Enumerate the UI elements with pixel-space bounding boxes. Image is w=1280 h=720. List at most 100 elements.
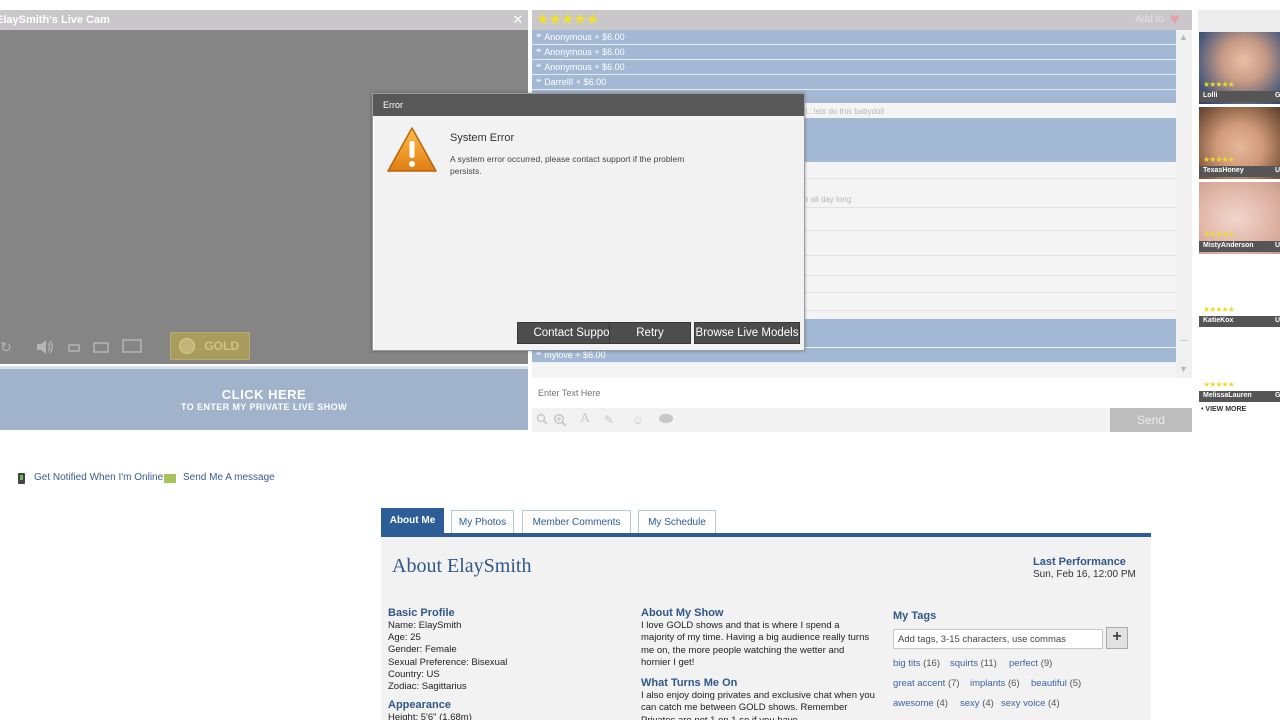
model-status: G (1275, 392, 1280, 399)
chat-scrollbar[interactable]: ▲ ▼ (1176, 30, 1192, 378)
tag-link[interactable]: squirts (11) (950, 658, 997, 669)
fullscreen-icon[interactable] (122, 339, 142, 356)
view-more-link[interactable]: • VIEW MORE (1201, 406, 1246, 413)
phone-icon (18, 473, 25, 484)
add-tag-button[interactable]: + (1106, 627, 1128, 649)
tag-link[interactable]: awesome (4) (893, 698, 948, 709)
basic-profile-heading: Basic Profile (388, 607, 455, 619)
turns-me-on-heading: What Turns Me On (641, 677, 738, 689)
gold-coin-icon (179, 338, 195, 354)
rating-stars[interactable]: ★★★★★ (536, 11, 599, 29)
zoom-out-icon[interactable] (536, 413, 548, 428)
error-dialog-content: System Error A system error occurred, pl… (373, 116, 804, 350)
model-rating: ★★★★★ (1203, 80, 1235, 89)
my-tags-heading: My Tags (893, 610, 937, 622)
tag-link[interactable]: sexy (4) (960, 698, 994, 709)
chat-tip-message: ❝ DarrellI + $6.00 (532, 75, 1176, 90)
chat-tip-message: ❝ Anonymous + $6.00 (532, 45, 1176, 60)
profile-sexual-preference: Sexual Preference: Bisexual (388, 657, 508, 668)
model-status: U (1275, 167, 1280, 174)
about-me-panel: About ElaySmith Last Performance Sun, Fe… (381, 537, 1151, 720)
get-notified-link[interactable]: Get Notified When I'm Online (34, 472, 163, 483)
model-card[interactable]: ★★★★★ MelissaLauren G (1199, 332, 1280, 404)
model-rating: ★★★★★ (1203, 230, 1235, 239)
model-rating: ★★★★★ (1203, 305, 1235, 314)
private-banner-subtitle: TO ENTER MY PRIVATE LIVE SHOW (181, 402, 347, 412)
model-rating: ★★★★★ (1203, 380, 1235, 389)
tab-about-me[interactable]: About Me (381, 508, 444, 536)
gold-show-button[interactable]: GOLD (170, 332, 250, 360)
profile-name: Name: ElaySmith (388, 620, 462, 631)
profile-country: Country: US (388, 669, 440, 680)
chat-tip-message: ❝ Anonymous + $6.00 (532, 30, 1176, 45)
pencil-icon[interactable]: ✎ (604, 413, 614, 427)
send-button[interactable]: Send (1110, 408, 1192, 432)
zoom-in-icon[interactable] (553, 413, 567, 430)
about-show-text: I love GOLD shows and that is where I sp… (641, 620, 870, 668)
model-status: U (1275, 242, 1280, 249)
model-card[interactable]: ★★★★★ Lolli G (1199, 32, 1280, 104)
video-titlebar: ElaySmith's Live Cam ✕ (0, 10, 528, 30)
model-card[interactable]: ★★★★★ TexasHoney U (1199, 107, 1280, 179)
chat-toolbar: A ✎ ☺ Send (532, 408, 1192, 432)
video-title: ElaySmith's Live Cam (0, 14, 110, 26)
send-message-link[interactable]: Send Me A message (183, 472, 275, 483)
medium-size-icon[interactable] (93, 340, 109, 356)
chat-header: ★★★★★ Add to ♥ (532, 10, 1192, 30)
profile-height: Height: 5'6" (1.68m) (388, 712, 472, 720)
private-banner-title: CLICK HERE (221, 387, 307, 402)
model-card[interactable]: ★★★★★ KatieKox U (1199, 257, 1280, 329)
model-name: MistyAnderson (1203, 242, 1254, 249)
scroll-down-icon[interactable]: ▼ (1179, 364, 1188, 374)
add-to-favorites-link[interactable]: Add to (1135, 14, 1164, 25)
error-dialog-titlebar[interactable]: Error (373, 94, 804, 116)
live-models-sidebar: ★★★★★ Lolli G ★★★★★ TexasHoney U ★★★★★ M… (1198, 10, 1280, 434)
chat-message: ngel...lets do this babydoll (792, 107, 885, 116)
error-heading: System Error (450, 132, 515, 144)
error-dialog: Error System Error A system error occurr… (372, 93, 805, 351)
model-name: TexasHoney (1203, 167, 1244, 174)
scroll-thumb[interactable] (1180, 340, 1188, 360)
heart-icon[interactable]: ♥ (1170, 12, 1186, 28)
chat-input[interactable] (532, 382, 1176, 404)
tag-link[interactable]: perfect (9) (1009, 658, 1052, 669)
turns-me-on-text: I also enjoy doing privates and exclusiv… (641, 690, 875, 720)
profile-zodiac: Zodiac: Sagittarius (388, 681, 467, 692)
model-rating: ★★★★★ (1203, 155, 1235, 164)
page-title: About ElaySmith (392, 555, 532, 577)
gold-label: GOLD (204, 339, 239, 353)
error-message: A system error occurred, please contact … (450, 154, 685, 176)
model-card[interactable]: ★★★★★ MistyAnderson U (1199, 182, 1280, 254)
tag-link[interactable]: beautiful (5) (1031, 678, 1081, 689)
chat-tip-message: ❝ Anonymous + $6.00 (532, 60, 1176, 75)
retry-button[interactable]: Retry (609, 322, 691, 344)
tag-link[interactable]: big tits (16) (893, 658, 940, 669)
browse-live-models-button[interactable]: Browse Live Models (694, 322, 800, 344)
model-status: G (1275, 92, 1280, 99)
refresh-icon[interactable]: ↻ (0, 339, 12, 355)
profile-tabs: About Me My Photos Member Comments My Sc… (381, 508, 1151, 536)
add-tags-input[interactable] (893, 629, 1103, 649)
model-name: KatieKox (1203, 317, 1234, 324)
smiley-icon[interactable]: ☺ (632, 413, 644, 427)
models-header (1198, 10, 1280, 32)
tag-link[interactable]: implants (6) (970, 678, 1020, 689)
volume-icon[interactable] (36, 339, 54, 358)
chat-message: n all day long (804, 195, 852, 204)
font-style-icon[interactable]: A (580, 412, 590, 426)
about-show-heading: About My Show (641, 607, 724, 619)
last-performance-label: Last Performance (1033, 556, 1126, 568)
close-icon[interactable]: ✕ (511, 10, 525, 30)
warning-icon (387, 127, 437, 172)
profile-age: Age: 25 (388, 632, 421, 643)
scroll-up-icon[interactable]: ▲ (1179, 32, 1188, 42)
tag-link[interactable]: great accent (7) (893, 678, 960, 689)
private-show-banner[interactable]: CLICK HERE TO ENTER MY PRIVATE LIVE SHOW (0, 366, 528, 430)
appearance-heading: Appearance (388, 699, 451, 711)
speech-bubble-icon[interactable] (658, 413, 674, 428)
tag-link[interactable]: sexy voice (4) (1001, 698, 1060, 709)
profile-gender: Gender: Female (388, 644, 457, 655)
small-size-icon[interactable] (68, 340, 80, 356)
model-status: U (1275, 317, 1280, 324)
model-name: Lolli (1203, 92, 1218, 99)
